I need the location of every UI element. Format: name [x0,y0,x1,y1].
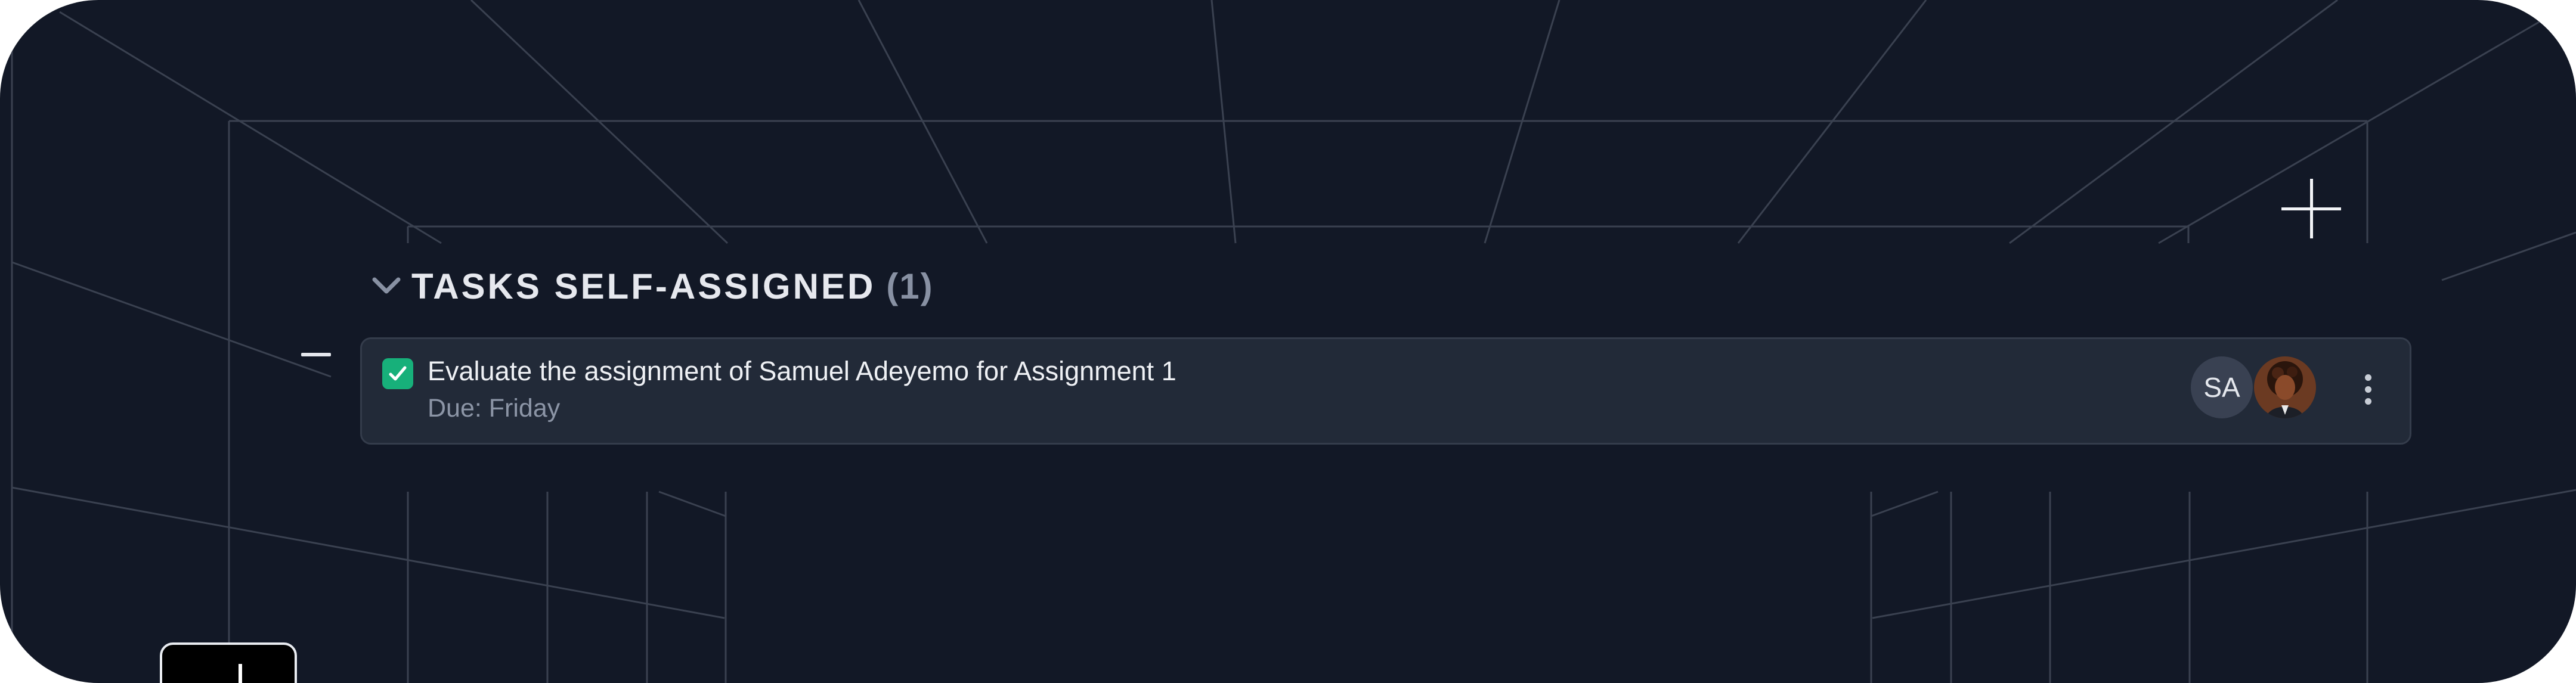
more-options-icon[interactable] [2344,365,2392,413]
assignee-photo-avatar[interactable] [2254,356,2316,418]
button-glyph-icon [239,664,242,683]
bottom-action-button[interactable] [160,642,297,683]
section-header: TASKS SELF-ASSIGNED (1) [370,262,934,310]
task-checkbox[interactable] [382,358,413,389]
chevron-down-icon[interactable] [370,269,403,303]
section-count: (1) [886,266,934,306]
task-title[interactable]: Evaluate the assignment of Samuel Adeyem… [428,356,1176,387]
task-due-date: Due: Friday [428,394,561,423]
app-window: TASKS SELF-ASSIGNED (1) Evaluate the ass… [0,0,2576,683]
assignee-initials-avatar[interactable]: SA [2191,356,2253,418]
section-title: TASKS SELF-ASSIGNED [411,266,876,306]
drag-handle[interactable] [301,353,331,356]
check-icon [389,366,407,381]
task-row[interactable]: Evaluate the assignment of Samuel Adeyem… [360,337,2411,445]
plus-icon[interactable] [2281,179,2341,238]
